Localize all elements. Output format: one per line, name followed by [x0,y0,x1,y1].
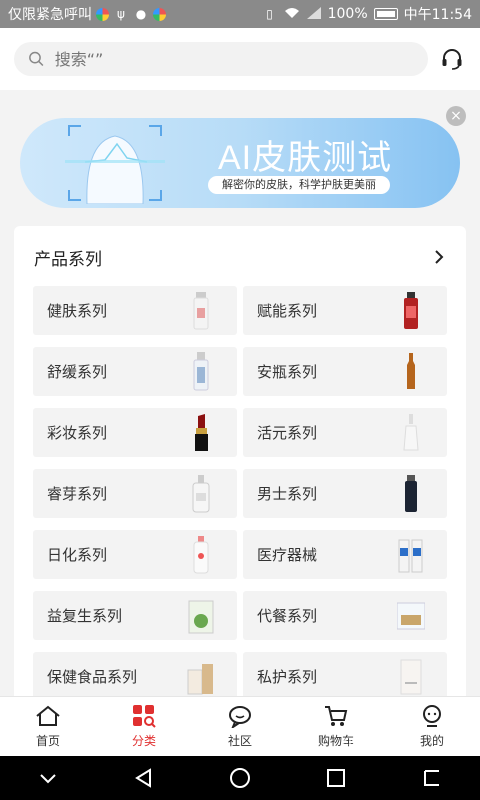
health-product-icon [187,664,213,695]
wifi-icon [284,7,300,21]
search-bar[interactable] [14,42,428,76]
nav-label: 分类 [131,734,156,748]
nav-home[interactable]: 首页 [0,697,96,756]
nav-label: 社区 [227,734,252,748]
series-item[interactable]: 保健食品系列 [33,652,237,701]
community-icon [229,706,251,728]
system-nav-bar [0,756,480,800]
vibrate-icon: ▯ [266,7,273,21]
series-label: 睿芽系列 [47,485,108,503]
series-item[interactable]: 益复生系列 [33,591,237,640]
bottom-navigation: 首页 分类 社区 购物车 我的 [0,696,480,756]
red-bottle-icon [404,292,418,329]
lipstick-icon [195,414,208,451]
back-icon[interactable] [133,767,155,789]
pump-bottle-icon [192,475,210,513]
banner-subtitle: 解密你的皮肤，科学护肤更美丽 [208,176,390,194]
serum-bottle-icon [403,414,419,451]
meal-box-icon [397,602,425,630]
series-item[interactable]: 健肤系列 [33,286,237,335]
status-bar: 仅限紧急呼叫 ψ ● ▯ 100% 中午11:54 [0,0,480,28]
series-label: 医疗器械 [257,546,318,564]
nav-category[interactable]: 分类 [96,697,192,756]
series-item[interactable]: 安瓶系列 [243,347,447,396]
series-item[interactable]: 舒缓系列 [33,347,237,396]
series-label: 日化系列 [47,546,108,564]
white-bottle-icon [193,292,209,330]
cart-icon [325,706,348,726]
wechat-icon: ● [135,7,147,21]
series-item[interactable]: 睿芽系列 [33,469,237,518]
tube-set-icon [398,539,423,573]
ai-skin-test-banner[interactable]: AI皮肤测试 解密你的皮肤，科学护肤更美丽 [20,118,460,208]
ai-skin-test-banner-area: AI皮肤测试 解密你的皮肤，科学护肤更美丽 × [0,102,480,222]
spray-bottle-icon [193,352,209,391]
series-label: 健肤系列 [47,302,108,320]
usb-icon: ψ [117,7,125,21]
banner-title: AI皮肤测试 [218,139,393,177]
series-label: 舒缓系列 [47,363,108,381]
series-item[interactable]: 男士系列 [243,469,447,518]
battery-percent: 100% [327,6,368,22]
lotion-bottle-icon [193,536,209,574]
chevron-right-icon [435,250,444,264]
signal-icon [306,7,322,21]
headset-icon [442,49,462,70]
face-scan-icon [65,125,165,204]
product-series-card: 产品系列 健肤系列 赋能系列 舒缓系列 安瓶系列 彩妆系列 活元系列 睿芽系列 … [14,226,466,706]
battery-icon [373,8,398,20]
profile-icon [423,705,441,727]
banner-close-button[interactable]: × [446,106,466,126]
nav-label: 首页 [35,734,60,748]
home-circle-icon[interactable] [229,767,251,789]
dark-bottle-icon [405,475,417,512]
clock: 中午11:54 [403,7,472,23]
series-item[interactable]: 活元系列 [243,408,447,457]
product-series-header[interactable]: 产品系列 [14,226,466,288]
search-icon [29,51,44,67]
series-label: 私护系列 [257,668,318,686]
series-item[interactable]: 赋能系列 [243,286,447,335]
series-label: 保健食品系列 [47,668,138,686]
care-box-icon [400,659,422,695]
nav-community[interactable]: 社区 [192,697,288,756]
series-label: 男士系列 [257,485,318,503]
supplement-box-icon [188,600,214,634]
category-icon [133,705,156,728]
series-label: 活元系列 [257,424,318,442]
ampoule-icon [407,353,415,389]
section-title: 产品系列 [34,249,102,270]
series-label: 安瓶系列 [257,363,318,381]
series-label: 代餐系列 [257,607,318,625]
customer-service-button[interactable] [438,45,466,73]
app-notification-icon [96,7,109,21]
series-label: 赋能系列 [257,302,318,320]
series-item[interactable]: 医疗器械 [243,530,447,579]
status-text: 仅限紧急呼叫 [8,7,92,23]
chevron-down-icon[interactable] [37,767,59,789]
series-item[interactable]: 私护系列 [243,652,447,701]
header [0,28,480,90]
series-item[interactable]: 日化系列 [33,530,237,579]
series-item[interactable]: 代餐系列 [243,591,447,640]
series-label: 彩妆系列 [47,424,108,442]
home-icon [36,705,60,726]
notification-shade-icon[interactable] [421,767,443,789]
series-item[interactable]: 彩妆系列 [33,408,237,457]
app-notification-icon-2 [153,7,166,21]
series-label: 益复生系列 [47,607,123,625]
recent-apps-icon[interactable] [325,767,347,789]
nav-label: 我的 [419,734,444,748]
search-input[interactable] [54,49,414,69]
